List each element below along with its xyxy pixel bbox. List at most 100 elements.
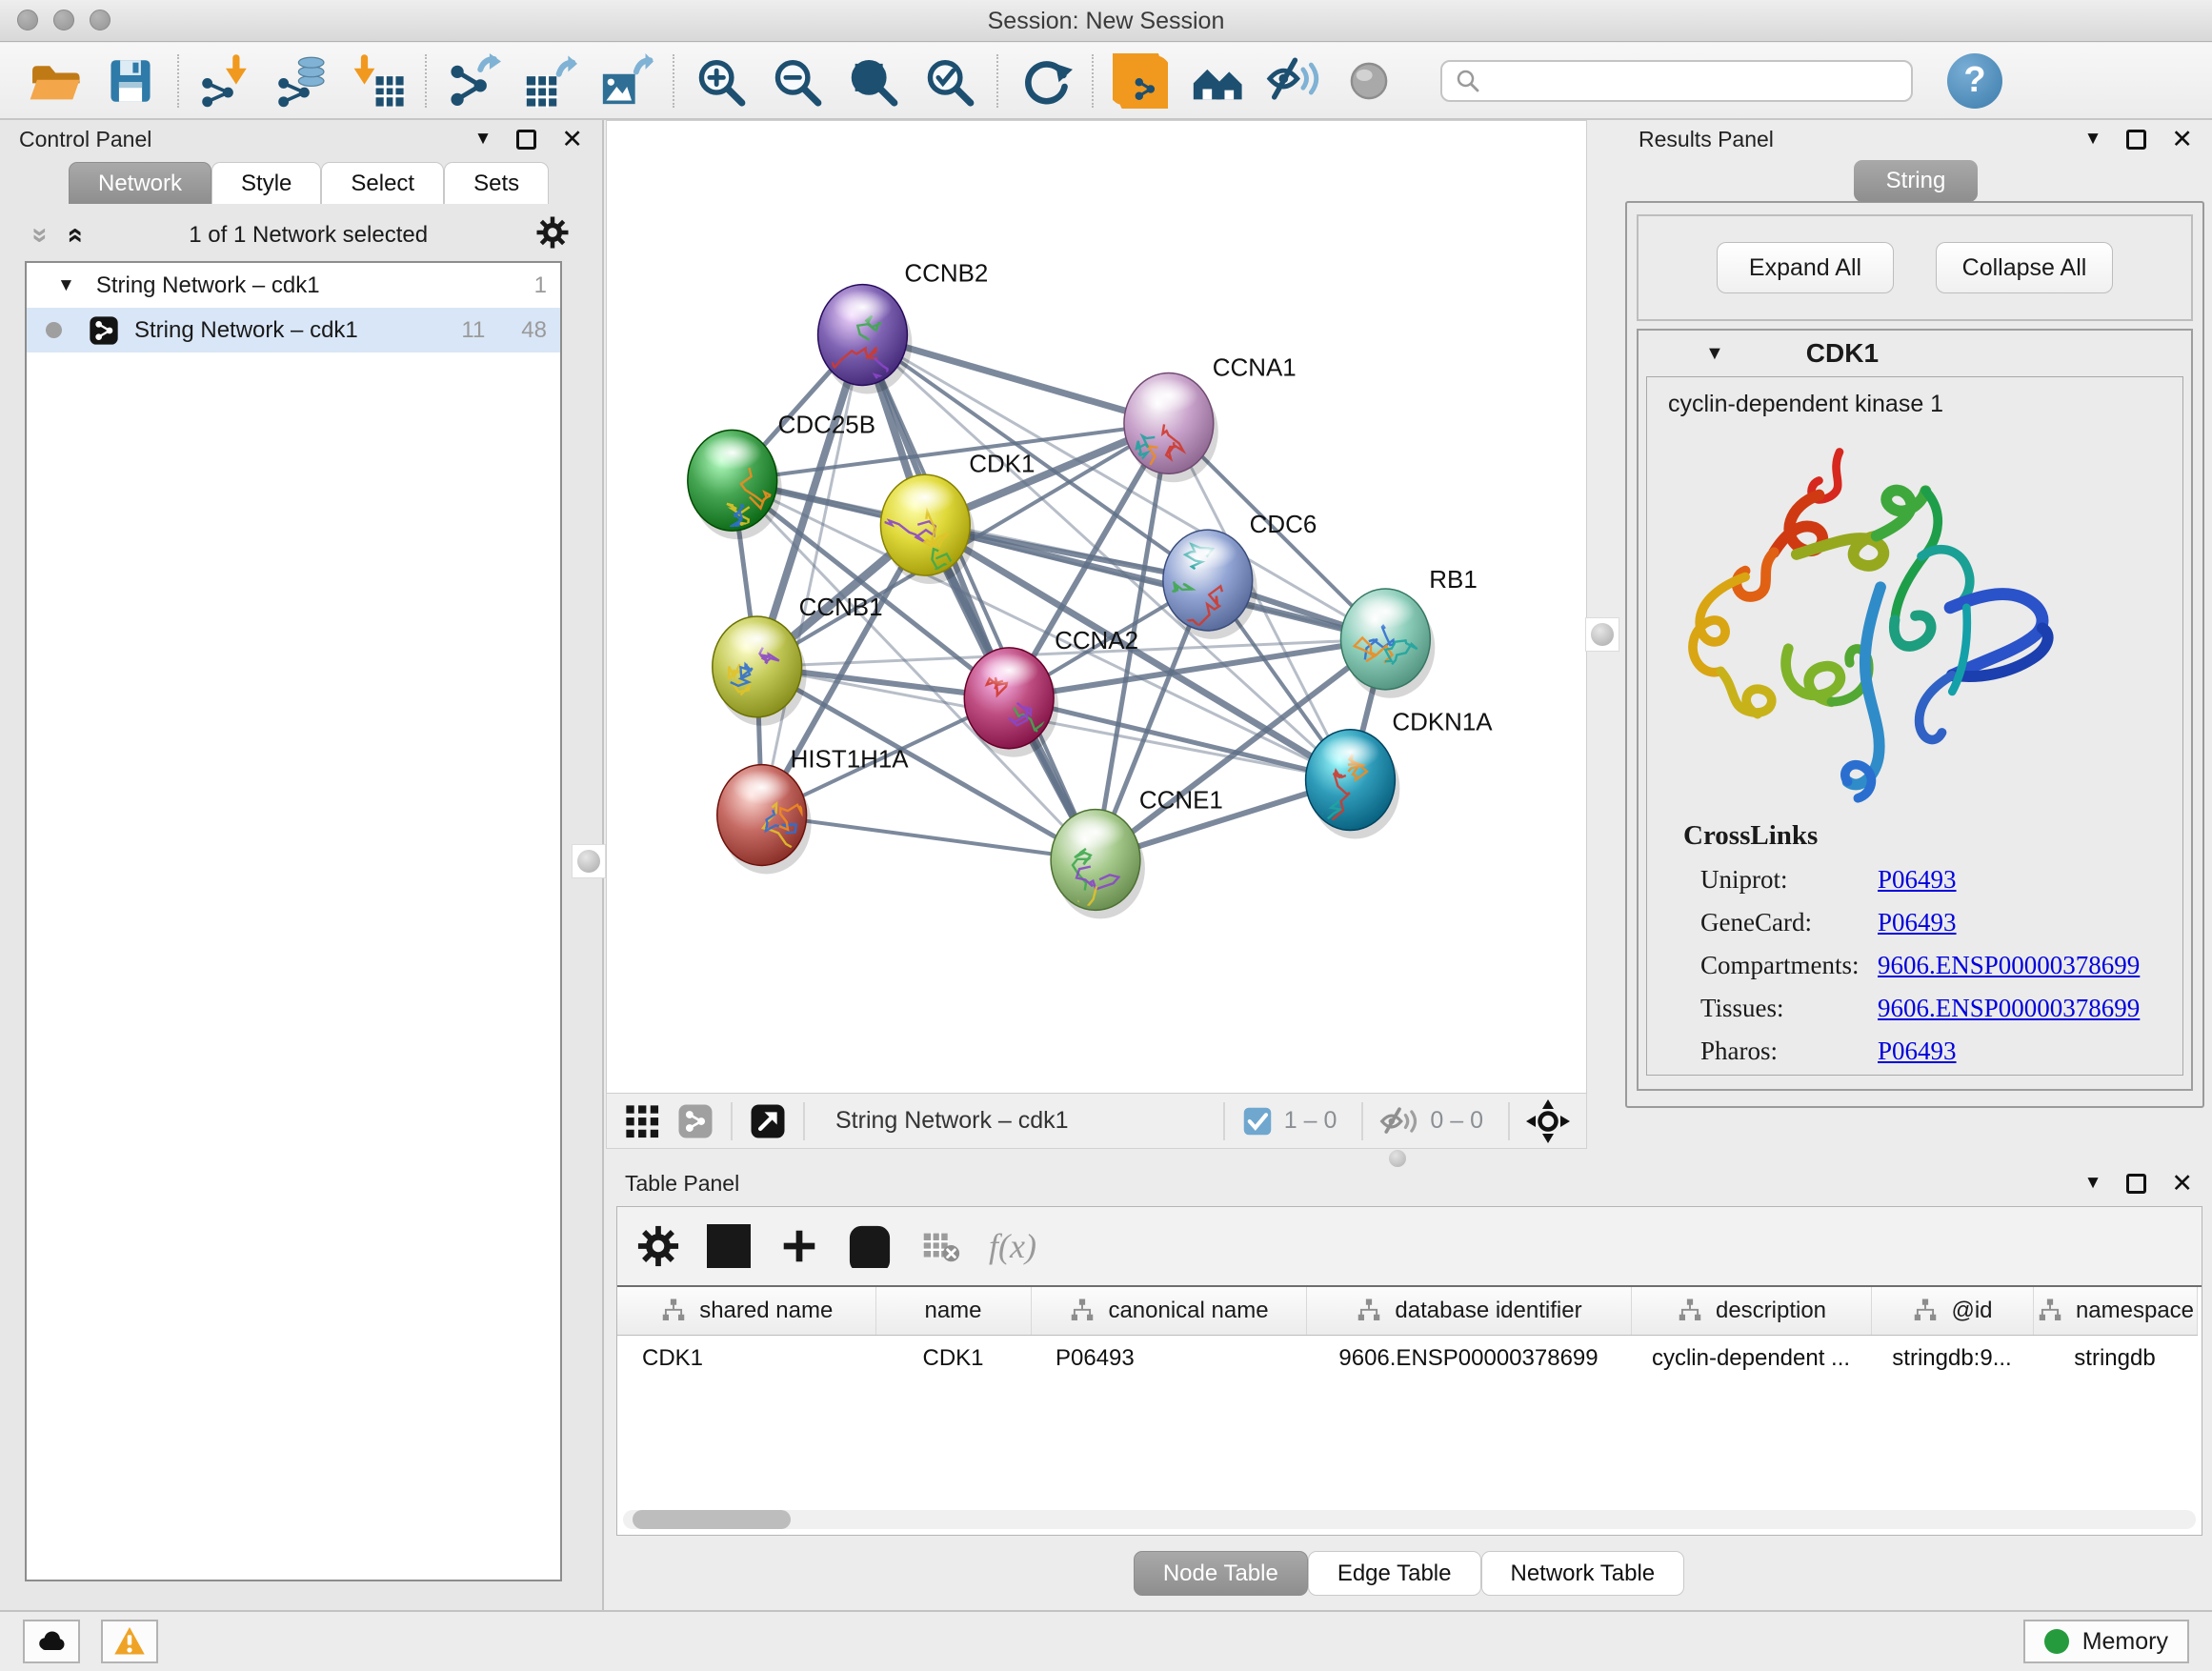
import-database-button[interactable] — [269, 50, 335, 111]
crosslink-value-link[interactable]: 9606.ENSP00000378699 — [1878, 951, 2140, 980]
export-network-button[interactable] — [440, 50, 507, 111]
expand-all-button[interactable]: Expand All — [1717, 242, 1894, 293]
crosslink-value-link[interactable]: P06493 — [1878, 1037, 1957, 1066]
network-node-ccnb2[interactable]: CCNB2 — [818, 261, 989, 403]
control-panel-float-icon[interactable] — [516, 130, 536, 150]
column-header-id[interactable]: @id — [1871, 1287, 2033, 1335]
table-row[interactable]: CDK1CDK1P064939606.ENSP00000378699cyclin… — [617, 1335, 2197, 1382]
table-cell[interactable]: CDK1 — [617, 1335, 875, 1382]
open-session-button[interactable] — [21, 50, 88, 111]
tab-select[interactable]: Select — [321, 162, 444, 204]
birdseye-view-button[interactable] — [748, 1101, 788, 1141]
network-collection-row[interactable]: ▼ String Network – cdk1 1 — [27, 263, 560, 308]
tab-style[interactable]: Style — [211, 162, 321, 204]
export-image-button[interactable] — [593, 50, 659, 111]
network-view-mode-button[interactable] — [675, 1101, 715, 1141]
tab-string[interactable]: String — [1854, 160, 1978, 202]
save-session-button[interactable] — [97, 50, 164, 111]
scrollbar-thumb[interactable] — [633, 1510, 791, 1529]
delete-table-button[interactable] — [918, 1224, 962, 1268]
tab-edge-table[interactable]: Edge Table — [1308, 1551, 1481, 1596]
refresh-button[interactable] — [1012, 50, 1078, 111]
gene-section-header[interactable]: ▼ CDK1 — [1639, 331, 2191, 376]
copy-network-button[interactable] — [1107, 50, 1174, 111]
import-network-button[interactable] — [192, 50, 259, 111]
network-graph[interactable]: CCNB2CCNA1CDC25BCDK1CDC6RB1CCNB1CCNA2CDK… — [607, 121, 1586, 1093]
zoom-fit-button[interactable] — [840, 50, 907, 111]
help-button[interactable]: ? — [1947, 53, 2002, 109]
collection-caret-icon[interactable]: ▼ — [57, 275, 75, 296]
network-node-ccnb1[interactable]: CCNB1 — [713, 594, 883, 726]
column-header-name[interactable]: name — [875, 1287, 1031, 1335]
import-table-button[interactable] — [345, 50, 412, 111]
collapse-all-networks-icon[interactable]: » — [59, 227, 88, 243]
network-node-ccne1[interactable]: CCNE1 — [1051, 788, 1223, 919]
results-panel-close-icon[interactable]: ✕ — [2171, 127, 2193, 152]
control-panel-collapse-icon[interactable]: ▼ — [474, 129, 493, 150]
network-node-cdkn1a[interactable]: CDKN1A — [1306, 710, 1494, 840]
network-options-button[interactable] — [535, 215, 570, 254]
panel-splitter-handle[interactable] — [572, 844, 606, 878]
cloud-button[interactable] — [23, 1620, 80, 1663]
crosslink-value-link[interactable]: 9606.ENSP00000378699 — [1878, 994, 2140, 1023]
table-cell[interactable]: 9606.ENSP00000378699 — [1306, 1335, 1631, 1382]
zoom-selected-button[interactable] — [916, 50, 983, 111]
table-cell[interactable]: stringdb — [2033, 1335, 2197, 1382]
crosslink-value-link[interactable]: P06493 — [1878, 865, 1957, 895]
crosslink-value-link[interactable]: P06493 — [1878, 908, 1957, 937]
results-panel-collapse-icon[interactable]: ▼ — [2084, 129, 2102, 150]
tab-network-table[interactable]: Network Table — [1481, 1551, 1685, 1596]
warnings-button[interactable] — [101, 1620, 158, 1663]
network-node-cdc6[interactable]: CDC6 — [1163, 512, 1317, 639]
canvas-results-splitter[interactable] — [1587, 120, 1619, 1164]
function-builder-button[interactable]: f(x) — [989, 1226, 1036, 1266]
tab-node-table[interactable]: Node Table — [1134, 1551, 1308, 1596]
show-columns-button[interactable] — [707, 1224, 751, 1268]
tab-network[interactable]: Network — [69, 162, 211, 204]
center-view-button[interactable] — [1525, 1098, 1571, 1144]
network-row[interactable]: String Network – cdk1 11 48 — [27, 308, 560, 352]
network-node-hist1h1a[interactable]: HIST1H1A — [717, 747, 910, 875]
canvas-table-splitter[interactable] — [606, 1149, 1587, 1164]
search-box[interactable] — [1440, 60, 1913, 102]
zoom-in-button[interactable] — [688, 50, 754, 111]
network-node-ccna1[interactable]: CCNA1 — [1120, 354, 1297, 482]
table-options-button[interactable] — [636, 1224, 680, 1268]
column-header-description[interactable]: description — [1631, 1287, 1871, 1335]
table-cell[interactable]: cyclin-dependent ... — [1631, 1335, 1871, 1382]
grid-view-button[interactable] — [622, 1101, 662, 1141]
zoom-out-button[interactable] — [764, 50, 831, 111]
search-input[interactable] — [1490, 67, 1900, 95]
column-header-canonicalname[interactable]: canonical name — [1031, 1287, 1306, 1335]
tab-sets[interactable]: Sets — [444, 162, 549, 204]
export-table-button[interactable] — [516, 50, 583, 111]
add-column-button[interactable] — [777, 1224, 821, 1268]
table-cell[interactable]: CDK1 — [875, 1335, 1031, 1382]
control-panel-close-icon[interactable]: ✕ — [561, 127, 583, 152]
column-header-databaseidentifier[interactable]: database identifier — [1306, 1287, 1631, 1335]
table-cell[interactable]: stringdb:9... — [1871, 1335, 2033, 1382]
gene-caret-icon[interactable]: ▼ — [1705, 343, 1724, 365]
memory-button[interactable]: Memory — [2023, 1620, 2189, 1663]
table-horizontal-scrollbar[interactable] — [623, 1510, 2196, 1529]
network-canvas[interactable]: CCNB2CCNA1CDC25BCDK1CDC6RB1CCNB1CCNA2CDK… — [606, 120, 1587, 1094]
expand-all-networks-icon[interactable]: » — [26, 227, 54, 243]
hide-selected-button[interactable] — [1259, 50, 1326, 111]
table-panel-close-icon[interactable]: ✕ — [2171, 1171, 2193, 1197]
column-header-sharedname[interactable]: shared name — [617, 1287, 875, 1335]
delete-column-button[interactable] — [848, 1224, 892, 1268]
network-node-rb1[interactable]: RB1 — [1340, 567, 1477, 698]
node-table[interactable]: shared namenamecanonical namedatabase id… — [617, 1285, 2202, 1535]
string-home-button[interactable] — [1183, 50, 1250, 111]
table-panel-collapse-icon[interactable]: ▼ — [2084, 1173, 2102, 1194]
hidden-eye-icon[interactable] — [1378, 1100, 1420, 1142]
column-header-namespace[interactable]: namespace — [2033, 1287, 2197, 1335]
table-cell[interactable]: P06493 — [1031, 1335, 1306, 1382]
network-edge[interactable] — [762, 335, 863, 815]
network-edge[interactable] — [862, 335, 1096, 860]
collapse-all-button[interactable]: Collapse All — [1936, 242, 2113, 293]
show-graphics-button[interactable] — [1336, 50, 1402, 111]
selected-checkbox-icon[interactable] — [1240, 1104, 1275, 1138]
table-panel-float-icon[interactable] — [2126, 1174, 2146, 1194]
results-panel-float-icon[interactable] — [2126, 130, 2146, 150]
